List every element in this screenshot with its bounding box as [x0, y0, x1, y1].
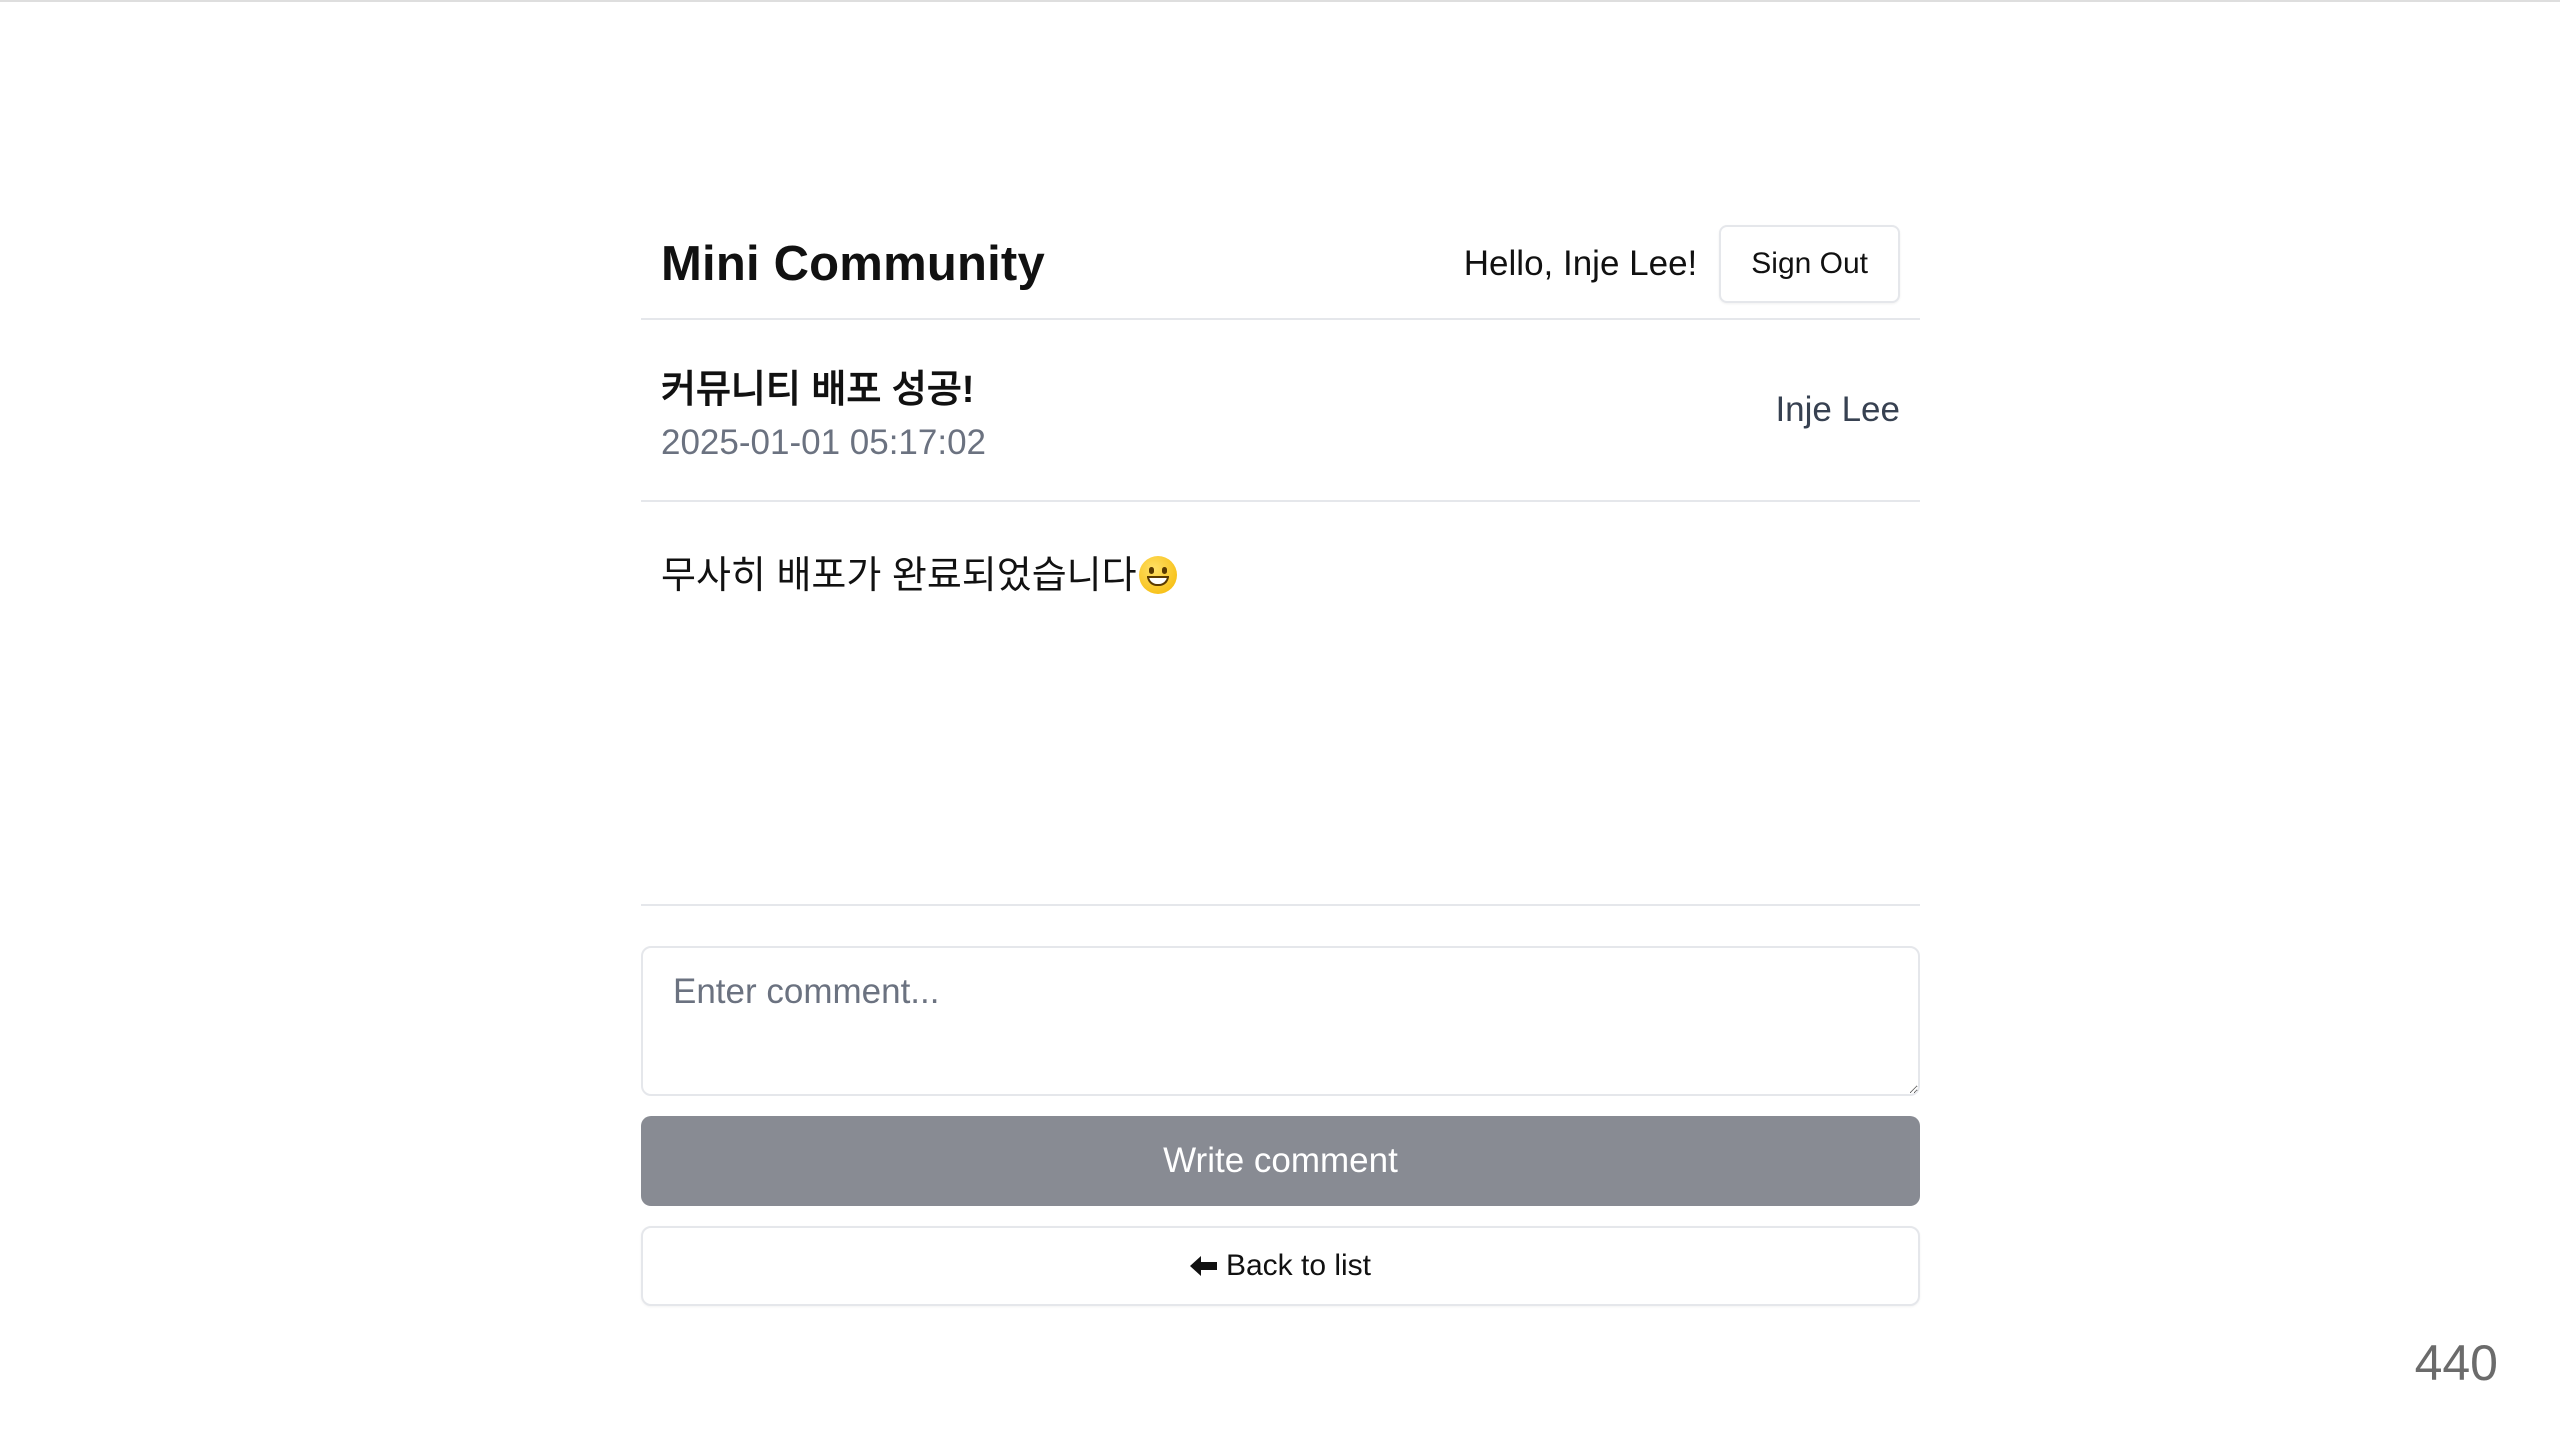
user-area: Hello, Inje Lee! Sign Out: [1464, 225, 1900, 303]
comment-input[interactable]: [641, 946, 1920, 1096]
post-heading: 커뮤니티 배포 성공! 2025-01-01 05:17:02: [661, 358, 986, 463]
post-detail-container: Mini Community Hello, Inje Lee! Sign Out…: [641, 210, 1920, 1306]
post-date: 2025-01-01 05:17:02: [661, 422, 986, 462]
post-body: 무사히 배포가 완료되었습니다: [641, 502, 1920, 906]
sign-out-button[interactable]: Sign Out: [1719, 225, 1900, 303]
page-counter: 440: [2414, 1335, 2498, 1391]
post-meta: 커뮤니티 배포 성공! 2025-01-01 05:17:02 Inje Lee: [641, 320, 1920, 502]
site-title: Mini Community: [661, 237, 1045, 291]
site-header: Mini Community Hello, Inje Lee! Sign Out: [641, 210, 1920, 320]
grinning-face-icon: [1138, 556, 1177, 594]
top-border: [0, 0, 2560, 2]
post-title: 커뮤니티 배포 성공!: [661, 368, 975, 411]
back-to-list-button[interactable]: Back to list: [641, 1226, 1920, 1306]
post-body-text: 무사히 배포가 완료되었습니다: [661, 555, 1137, 597]
write-comment-button[interactable]: Write comment: [641, 1116, 1920, 1206]
arrow-left-icon: [1189, 1256, 1217, 1276]
back-to-list-label: Back to list: [1225, 1249, 1372, 1282]
post-author: Inje Lee: [1775, 390, 1900, 429]
user-greeting: Hello, Inje Lee!: [1463, 244, 1698, 283]
